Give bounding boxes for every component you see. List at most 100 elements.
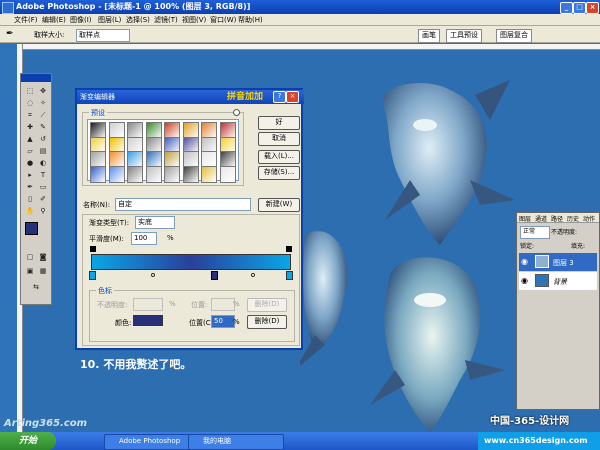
taskbar-item-photoshop[interactable]: Adobe Photoshop <box>104 434 200 450</box>
presets-menu-icon[interactable] <box>233 109 240 116</box>
tab-actions[interactable]: 动作 <box>583 214 595 223</box>
lasso-tool-icon[interactable]: ◌ <box>24 98 36 108</box>
color-stop-middle[interactable] <box>211 271 218 280</box>
ok-button[interactable]: 好 <box>258 116 300 130</box>
tab-history[interactable]: 历史 <box>567 214 579 223</box>
midpoint-marker-right[interactable] <box>251 273 255 277</box>
save-button[interactable]: 存储(S)... <box>258 166 300 180</box>
dialog-close-button[interactable]: × <box>286 91 299 103</box>
dialog-title: 渐变编辑器 <box>80 93 115 101</box>
shape-tool-icon[interactable]: ▭ <box>37 182 49 192</box>
jump-to-imageready-icon[interactable]: ⇆ <box>30 282 42 292</box>
zoom-tool-icon[interactable]: ⚲ <box>37 206 49 216</box>
maximize-button[interactable]: □ <box>573 2 586 14</box>
tab-layer-comps[interactable]: 图层复合 <box>496 29 532 43</box>
dialog-title-bar: 渐变编辑器 拼音加加 ? × <box>77 90 304 104</box>
tab-channels[interactable]: 通道 <box>535 214 547 223</box>
menu-view[interactable]: 视图(V) <box>182 15 206 25</box>
load-button[interactable]: 载入(L)... <box>258 150 300 164</box>
gradient-preview-bar[interactable] <box>91 254 291 270</box>
hand-tool-icon[interactable]: ✋ <box>24 206 36 216</box>
eye-icon[interactable]: ◉ <box>521 257 528 266</box>
gradient-type-select[interactable]: 实底 <box>135 216 175 229</box>
midpoint-marker-left[interactable] <box>151 273 155 277</box>
fullscreen-mode-icon[interactable]: ▦ <box>37 266 49 276</box>
smoothness-input[interactable]: 100 <box>131 232 157 245</box>
stop-opacity-label: 不透明度: <box>97 301 128 309</box>
stop-location-unit: % <box>233 300 240 308</box>
eye-icon[interactable]: ◉ <box>521 276 528 285</box>
color-location-input[interactable]: 50 <box>211 315 235 328</box>
notes-tool-icon[interactable]: ▯ <box>24 194 36 204</box>
history-brush-icon[interactable]: ↺ <box>37 134 49 144</box>
window-title-bar: Adobe Photoshop - [未标题-1 @ 100% (图层 3, R… <box>0 0 600 14</box>
preset-swatch[interactable] <box>90 165 106 183</box>
screen-mode-icon[interactable]: ▣ <box>24 266 36 276</box>
menu-select[interactable]: 选择(S) <box>126 15 150 25</box>
close-button[interactable]: × <box>586 2 599 14</box>
eyedropper-icon[interactable]: ✒ <box>6 29 14 39</box>
pen-tool-icon[interactable]: ✒ <box>24 182 36 192</box>
tab-tool-presets[interactable]: 工具预设 <box>446 29 482 43</box>
preset-swatch[interactable] <box>127 165 143 183</box>
stop-opacity-input[interactable] <box>133 298 163 311</box>
preset-swatch[interactable] <box>108 165 125 183</box>
menu-filter[interactable]: 滤镜(T) <box>154 15 178 25</box>
slice-tool-icon[interactable]: ⟋ <box>37 110 49 120</box>
standard-mode-icon[interactable]: ▢ <box>24 252 36 262</box>
healing-tool-icon[interactable]: ✚ <box>24 122 36 132</box>
layer-row[interactable]: ◉ 背景 <box>519 272 597 290</box>
menu-help[interactable]: 帮助(H) <box>238 15 263 25</box>
foreground-color-swatch[interactable] <box>25 222 38 235</box>
stamp-tool-icon[interactable]: ▲ <box>24 134 36 144</box>
name-label: 名称(N): <box>83 201 111 209</box>
color-stop-right[interactable] <box>286 271 293 280</box>
taskbar-item-my-computer[interactable]: 我的电脑 <box>188 434 284 450</box>
eraser-tool-icon[interactable]: ▱ <box>24 146 36 156</box>
move-tool-icon[interactable]: ✥ <box>37 86 49 96</box>
path-select-tool-icon[interactable]: ▸ <box>24 170 36 180</box>
new-gradient-button[interactable]: 新建(W) <box>258 198 300 212</box>
preset-swatch[interactable] <box>164 165 180 183</box>
cancel-button[interactable]: 取消 <box>258 132 300 146</box>
preset-swatch[interactable] <box>182 165 199 183</box>
taskbar: 开始 Adobe Photoshop 我的电脑 www.cn365design.… <box>0 432 600 450</box>
magic-wand-tool-icon[interactable]: ✧ <box>37 98 49 108</box>
minimize-button[interactable]: _ <box>560 2 573 14</box>
lock-label: 锁定: <box>520 243 535 250</box>
quickmask-mode-icon[interactable]: ◙ <box>37 252 49 262</box>
delete-opacity-stop-button[interactable]: 删除(D) <box>247 298 287 312</box>
gradient-tool-icon[interactable]: ▤ <box>37 146 49 156</box>
color-stop-left[interactable] <box>89 271 96 280</box>
dodge-tool-icon[interactable]: ◐ <box>37 158 49 168</box>
preset-swatch[interactable] <box>201 165 217 183</box>
menu-file[interactable]: 文件(F) <box>14 15 38 25</box>
opacity-stop-left[interactable] <box>90 246 96 252</box>
opacity-stop-right[interactable] <box>286 246 292 252</box>
delete-color-stop-button[interactable]: 删除(D) <box>247 315 287 329</box>
menu-layer[interactable]: 图层(L) <box>98 15 121 25</box>
menu-edit[interactable]: 编辑(E) <box>42 15 66 25</box>
brush-tool-icon[interactable]: ✎ <box>37 122 49 132</box>
stop-location-label: 位置: <box>191 301 208 309</box>
stop-color-swatch[interactable] <box>133 315 163 326</box>
tab-paths[interactable]: 路径 <box>551 214 563 223</box>
tab-layers[interactable]: 图层 <box>519 214 531 223</box>
stop-location-input[interactable] <box>211 298 235 311</box>
sample-size-select[interactable]: 取样点 <box>76 29 130 42</box>
dialog-help-button[interactable]: ? <box>273 91 286 103</box>
blend-mode-select[interactable]: 正常 <box>520 226 550 239</box>
layer-row-selected[interactable]: ◉ 图层 3 <box>519 253 597 271</box>
marquee-tool-icon[interactable]: ⬚ <box>24 86 36 96</box>
preset-swatch[interactable] <box>145 165 162 183</box>
blur-tool-icon[interactable]: ● <box>24 158 36 168</box>
gradient-name-input[interactable]: 自定 <box>115 198 251 211</box>
crop-tool-icon[interactable]: ⌗ <box>24 110 36 120</box>
menu-image[interactable]: 图像(I) <box>70 15 92 25</box>
menu-window[interactable]: 窗口(W) <box>210 15 236 25</box>
eyedropper-tool-icon[interactable]: ✐ <box>37 194 49 204</box>
tab-brushes[interactable]: 画笔 <box>418 29 440 43</box>
preset-swatch[interactable] <box>219 165 236 183</box>
start-button[interactable]: 开始 <box>0 432 56 450</box>
type-tool-icon[interactable]: T <box>37 170 49 180</box>
